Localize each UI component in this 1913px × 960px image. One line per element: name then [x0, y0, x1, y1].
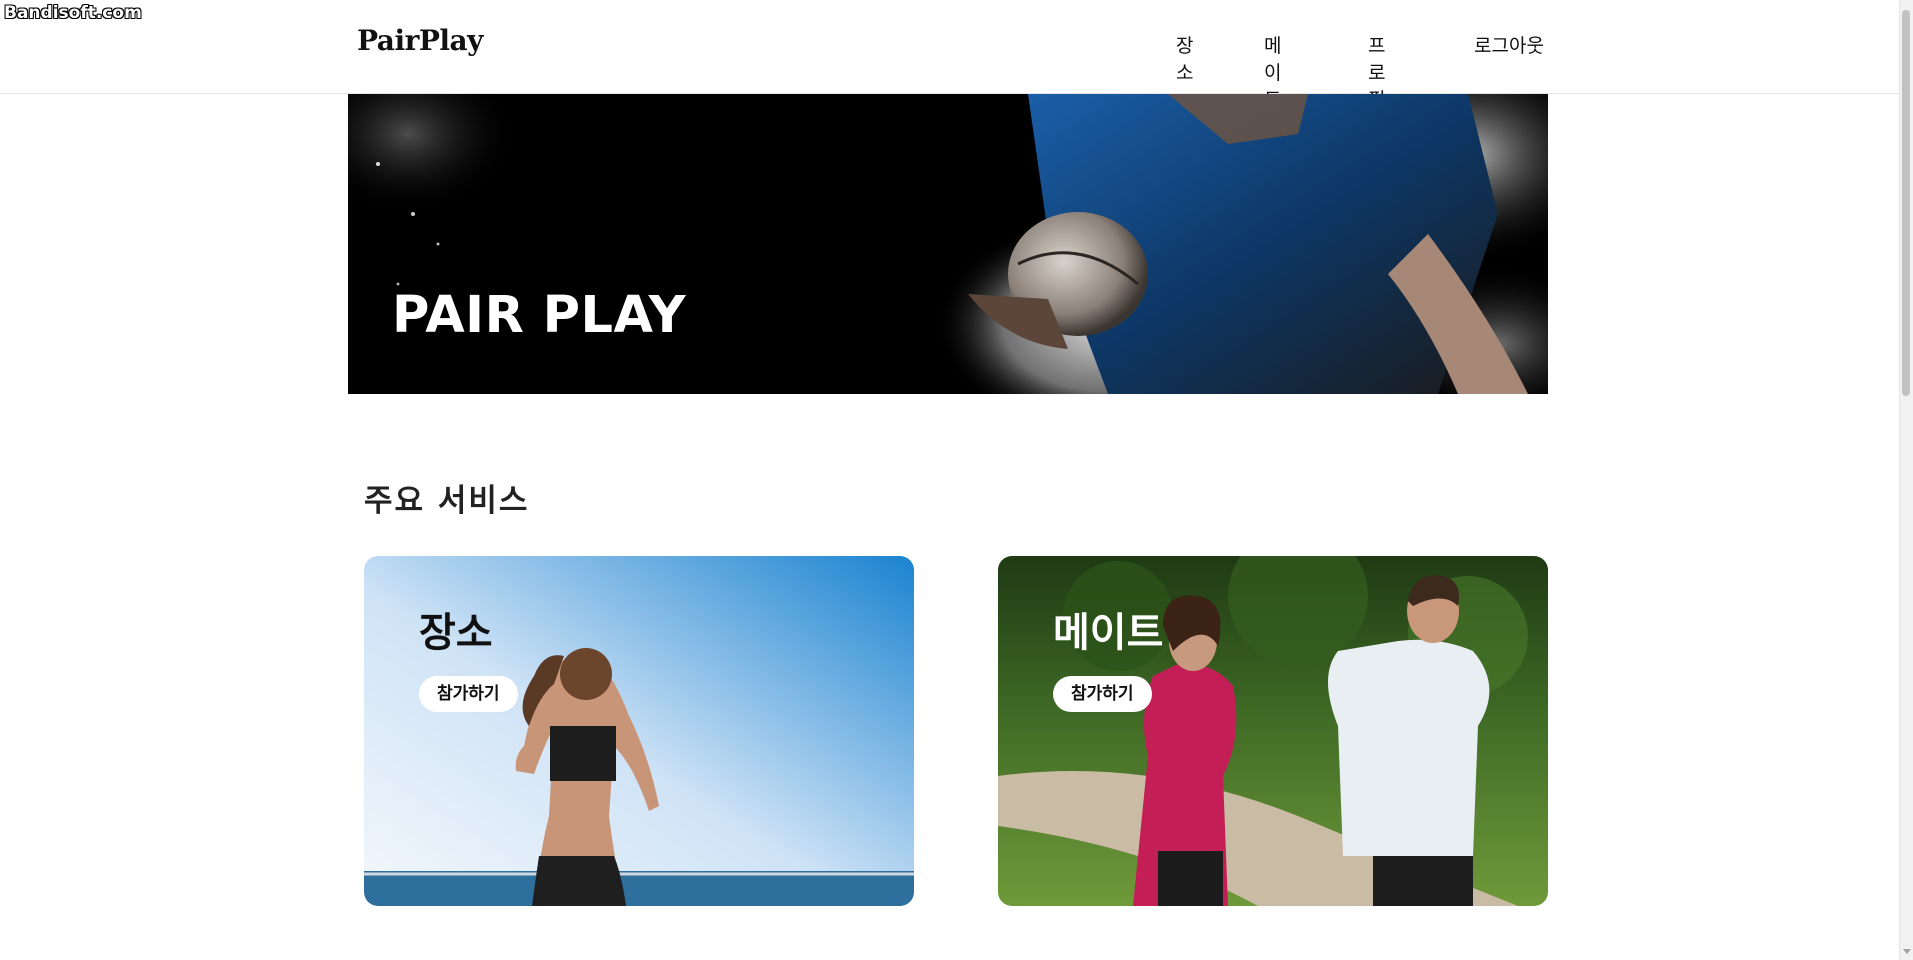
- watermark: Bandisoft.com: [4, 3, 142, 23]
- section-title: 주요 서비스: [364, 483, 530, 519]
- scroll-down-arrow-icon[interactable]: [1903, 949, 1911, 954]
- card-title-mate: 메이트: [1053, 610, 1164, 656]
- scrollbar-thumb[interactable]: [1902, 10, 1910, 396]
- hero-title: PAIR PLAY: [392, 286, 687, 345]
- join-button-mate[interactable]: 참가하기: [1053, 676, 1152, 712]
- join-button-place[interactable]: 참가하기: [419, 676, 518, 712]
- nav-link-place[interactable]: 장소: [1176, 31, 1193, 85]
- service-card-mate[interactable]: 메이트 참가하기: [998, 556, 1548, 906]
- vertical-scrollbar[interactable]: [1899, 0, 1913, 960]
- page: PairPlay 장소 메이트 프로필 로그아웃: [0, 0, 1900, 960]
- hero-banner: PAIR PLAY: [348, 94, 1548, 394]
- card-title-place: 장소: [419, 610, 493, 656]
- nav-link-logout[interactable]: 로그아웃: [1474, 31, 1544, 58]
- site-logo[interactable]: PairPlay: [357, 24, 483, 57]
- site-header: PairPlay 장소 메이트 프로필 로그아웃: [0, 0, 1900, 111]
- service-card-place[interactable]: 장소 참가하기: [364, 556, 914, 906]
- hero-image: [348, 94, 1548, 394]
